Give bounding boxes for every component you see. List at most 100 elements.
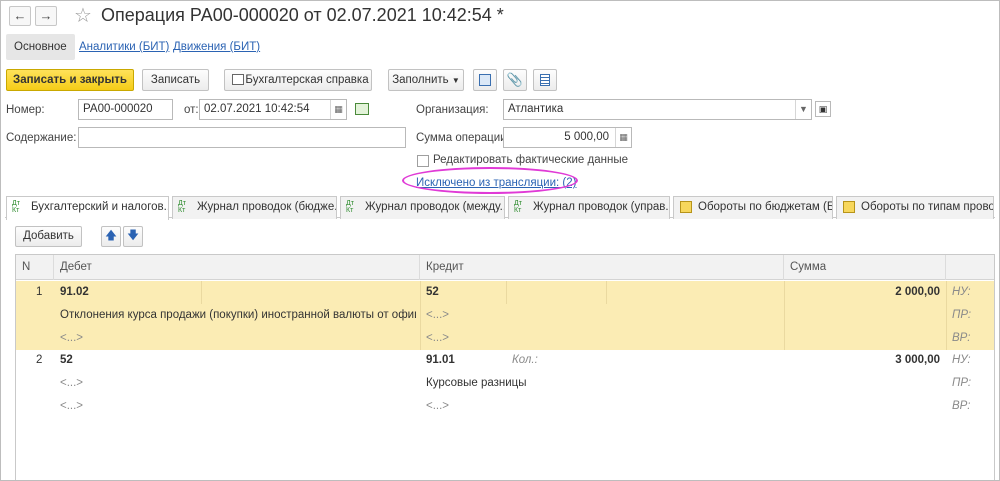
content-field[interactable]: [78, 127, 406, 148]
debit-subconto-1[interactable]: Отклонения курса продажи (покупки) иност…: [60, 309, 416, 321]
tax-pr-label: ПР:: [952, 377, 972, 389]
document-list-icon: [540, 73, 550, 86]
credit-subconto-2[interactable]: <...>: [426, 400, 449, 412]
credit-subconto-1[interactable]: Курсовые разницы: [426, 377, 527, 389]
attach-button[interactable]: 📎: [503, 69, 527, 91]
tab-main[interactable]: Основное: [6, 34, 75, 60]
tab-accounting-tax[interactable]: Дт Кт Бухгалтерский и налогов...: [6, 196, 169, 220]
fill-button-label: Заполнить: [392, 74, 449, 86]
list-button[interactable]: [533, 69, 557, 91]
header-debit[interactable]: Дебет: [54, 255, 420, 280]
printer-icon: [232, 74, 244, 85]
save-button[interactable]: Записать: [142, 69, 209, 91]
number-label: Номер:: [6, 104, 45, 116]
favorite-star-icon[interactable]: ☆: [74, 3, 92, 28]
tab-budget-turnover[interactable]: Обороты по бюджетам (Б...: [673, 196, 833, 219]
tab-label: Обороты по типам прово...: [861, 201, 994, 213]
arrow-up-icon: 🡅: [105, 230, 117, 242]
row-sum[interactable]: 3 000,00: [784, 354, 940, 366]
open-organization-button[interactable]: ▣: [815, 101, 831, 117]
row-number: 1: [36, 286, 43, 298]
cell-divider: [606, 281, 607, 304]
date-value: 02.07.2021 10:42:54: [204, 103, 310, 115]
tax-nu-label: НУ:: [952, 354, 971, 366]
tab-management-journal[interactable]: Дт Кт Журнал проводок (управ...: [508, 196, 670, 219]
debit-subconto-1[interactable]: <...>: [60, 377, 83, 389]
tax-pr-label: ПР:: [952, 309, 972, 321]
tax-nu-label: НУ:: [952, 286, 971, 298]
tab-label: Бухгалтерский и налогов...: [31, 201, 169, 213]
header-n[interactable]: N: [16, 255, 54, 280]
debit-account[interactable]: 52: [60, 354, 73, 366]
tab-posting-type-turnover[interactable]: Обороты по типам прово...: [836, 196, 994, 219]
period-select-icon[interactable]: [355, 103, 369, 115]
dt-kt-icon: Дт Кт: [178, 200, 186, 214]
organization-value: Атлантика: [508, 103, 564, 115]
fill-dropdown-button[interactable]: Заполнить ▼: [388, 69, 464, 91]
report-button[interactable]: Бухгалтерская справка: [224, 69, 372, 91]
date-label: от:: [184, 104, 199, 116]
cell-divider: [201, 281, 202, 304]
credit-quantity-label: Кол.:: [512, 354, 538, 366]
tab-label: Журнал проводок (управ...: [533, 201, 670, 213]
paperclip-icon: 📎: [506, 72, 524, 87]
back-button[interactable]: ←: [9, 6, 31, 26]
organization-field[interactable]: Атлантика ▼: [503, 99, 812, 120]
sum-label: Сумма операции:: [416, 132, 510, 144]
chevron-down-icon: ▼: [451, 76, 460, 85]
debit-subconto-2[interactable]: <...>: [60, 400, 83, 412]
calendar-icon[interactable]: ▦: [330, 100, 346, 119]
move-up-button[interactable]: 🡅: [101, 226, 121, 247]
dt-kt-icon: Дт Кт: [346, 200, 354, 214]
sum-field[interactable]: 5 000,00 ▦: [503, 127, 632, 148]
tab-label: Журнал проводок (между...: [365, 201, 505, 213]
tab-international-journal[interactable]: Дт Кт Журнал проводок (между...: [340, 196, 505, 219]
credit-account[interactable]: 52: [426, 286, 439, 298]
dropdown-icon[interactable]: ▼: [795, 100, 811, 119]
structure-button[interactable]: [473, 69, 497, 91]
add-button[interactable]: Добавить: [15, 226, 82, 247]
register-icon: [843, 201, 855, 213]
page-title: Операция РА00-000020 от 02.07.2021 10:42…: [101, 5, 504, 25]
register-icon: [680, 201, 692, 213]
tab-movements[interactable]: Движения (БИТ): [173, 34, 260, 60]
credit-subconto-1[interactable]: <...>: [426, 309, 449, 321]
arrow-left-icon: ←: [13, 8, 27, 23]
credit-subconto-2[interactable]: <...>: [426, 332, 449, 344]
header-credit[interactable]: Кредит: [420, 255, 784, 280]
number-field[interactable]: РА00-000020: [78, 99, 173, 120]
edit-actual-label: Редактировать фактические данные: [433, 154, 628, 166]
tax-vr-label: ВР:: [952, 332, 971, 344]
header-extra: [946, 255, 994, 280]
report-button-label: Бухгалтерская справка: [245, 74, 369, 86]
tab-label: Журнал проводок (бюдже...: [197, 201, 337, 213]
tab-analytics[interactable]: Аналитики (БИТ): [79, 34, 169, 60]
content-label: Содержание:: [6, 132, 77, 144]
dt-kt-icon: Дт Кт: [12, 200, 20, 214]
move-down-button[interactable]: 🡇: [123, 226, 143, 247]
forward-button[interactable]: →: [35, 6, 57, 26]
tab-budget-journal[interactable]: Дт Кт Журнал проводок (бюдже...: [172, 196, 337, 219]
credit-account[interactable]: 91.01: [426, 354, 455, 366]
debit-subconto-2[interactable]: <...>: [60, 332, 83, 344]
table-header: N Дебет Кредит Сумма: [16, 255, 994, 280]
hierarchy-icon: [479, 73, 491, 86]
tab-label: Обороты по бюджетам (Б...: [698, 201, 833, 213]
tax-vr-label: ВР:: [952, 400, 971, 412]
date-field[interactable]: 02.07.2021 10:42:54 ▦: [199, 99, 347, 120]
debit-account[interactable]: 91.02: [60, 286, 89, 298]
row-sum[interactable]: 2 000,00: [784, 286, 940, 298]
save-close-button[interactable]: Записать и закрыть: [6, 69, 134, 91]
postings-table: N Дебет Кредит Сумма 1 91.02 52 2 000,00…: [15, 254, 995, 480]
arrow-down-icon: 🡇: [127, 230, 139, 242]
highlight-ellipse: [402, 167, 578, 194]
open-icon: ▣: [818, 104, 828, 114]
calculator-icon[interactable]: ▦: [615, 128, 631, 147]
dt-kt-icon: Дт Кт: [514, 200, 522, 214]
row-number: 2: [36, 354, 43, 366]
cell-divider: [946, 281, 947, 350]
cell-divider: [420, 281, 421, 350]
arrow-right-icon: →: [39, 8, 53, 23]
header-sum[interactable]: Сумма: [784, 255, 946, 280]
edit-actual-checkbox[interactable]: [417, 155, 429, 167]
